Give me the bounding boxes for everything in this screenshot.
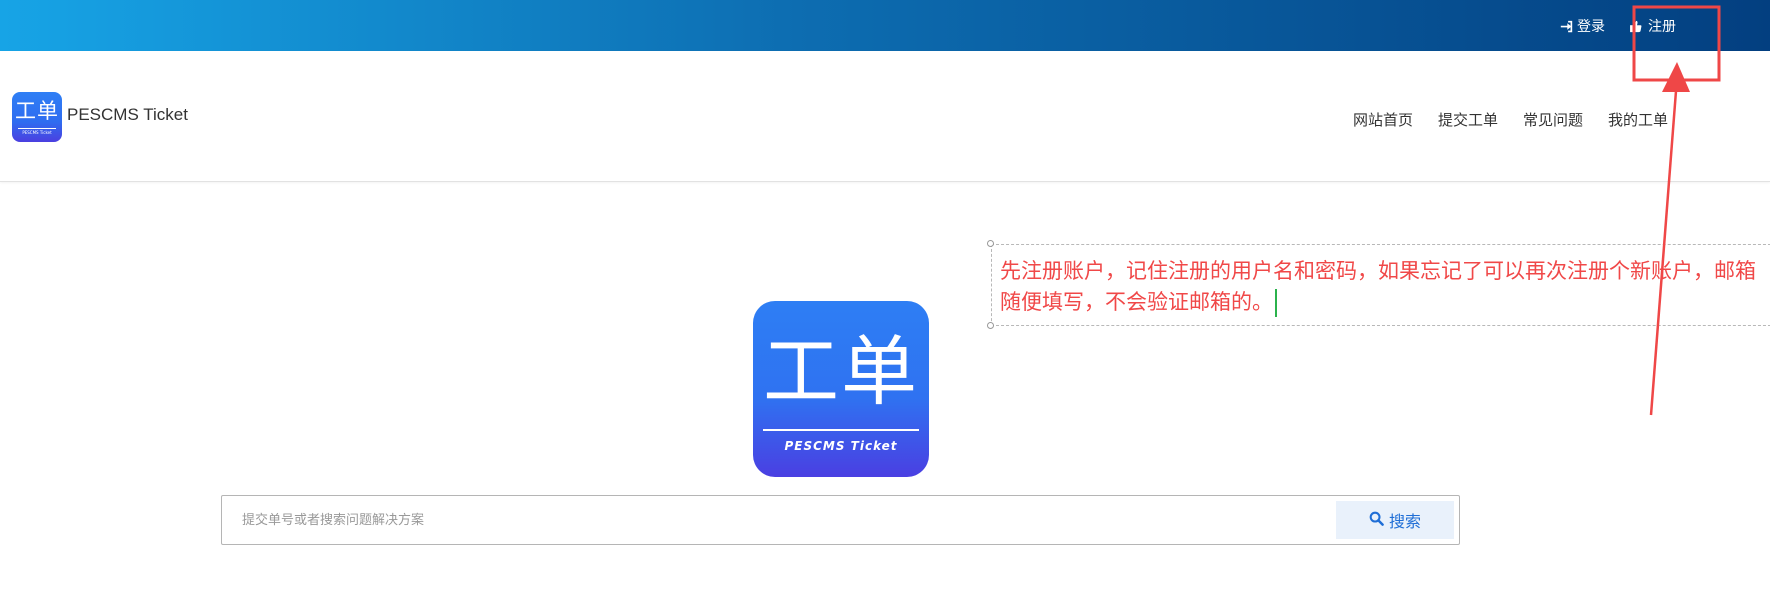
search-bar: 搜索 bbox=[221, 495, 1460, 545]
site-logo[interactable]: 工单 PESCMS Ticket bbox=[12, 92, 62, 142]
hero-logo: 工单 PESCMS Ticket bbox=[753, 301, 929, 477]
annotation-handle[interactable] bbox=[987, 322, 994, 329]
sign-in-icon bbox=[1560, 20, 1573, 33]
nav-submit-ticket[interactable]: 提交工单 bbox=[1438, 109, 1498, 130]
search-button-label: 搜索 bbox=[1388, 512, 1421, 531]
hero-logo-tagline: PESCMS Ticket bbox=[784, 439, 898, 453]
search-icon bbox=[1369, 511, 1384, 530]
logo-rule bbox=[18, 128, 56, 129]
site-name[interactable]: PESCMS Ticket bbox=[67, 105, 188, 125]
annotation-handle[interactable] bbox=[987, 240, 994, 247]
logo-caption: PESCMS Ticket bbox=[22, 130, 52, 135]
top-bar: 登录 注册 bbox=[0, 0, 1770, 51]
site-header: 工单 PESCMS Ticket PESCMS Ticket 网站首页 提交工单… bbox=[0, 51, 1770, 182]
search-button[interactable]: 搜索 bbox=[1336, 501, 1454, 539]
login-label: 登录 bbox=[1577, 19, 1605, 35]
nav-my-tickets[interactable]: 我的工单 bbox=[1608, 109, 1668, 130]
login-link[interactable]: 登录 bbox=[1560, 17, 1605, 35]
user-plus-icon bbox=[1630, 20, 1644, 33]
nav-faq[interactable]: 常见问题 bbox=[1523, 109, 1583, 130]
text-caret bbox=[1275, 289, 1277, 317]
search-input[interactable] bbox=[222, 496, 1332, 544]
hero-logo-rule bbox=[763, 429, 919, 431]
logo-glyph: 工单 bbox=[15, 99, 59, 123]
register-link[interactable]: 注册 bbox=[1630, 17, 1676, 35]
hero-logo-glyph: 工单 bbox=[763, 327, 919, 416]
register-label: 注册 bbox=[1648, 19, 1676, 35]
annotation-text: 先注册账户，记住注册的用户名和密码，如果忘记了可以再次注册个新账户，邮箱随便填写… bbox=[1000, 256, 1760, 318]
nav-home[interactable]: 网站首页 bbox=[1353, 109, 1413, 130]
